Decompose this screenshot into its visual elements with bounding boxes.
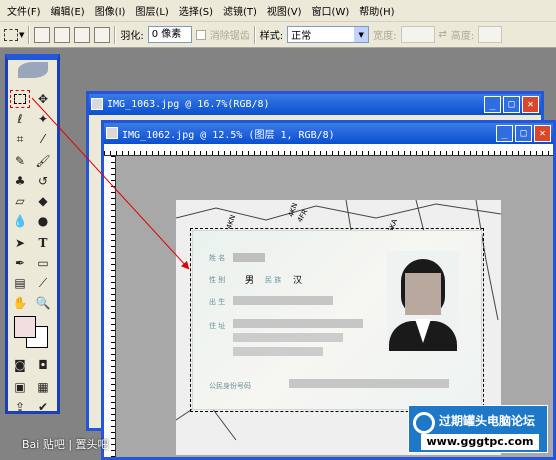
document-icon: [106, 127, 118, 139]
width-label: 宽度:: [373, 31, 397, 42]
window-title-bar[interactable]: IMG_1063.jpg @ 16.7%(RGB/8) _ □ ✕: [89, 94, 541, 115]
options-bar: ▼ 羽化: 0 像素 消除锯齿 样式: 正常 ▼ 宽度: ⇄ 高度:: [0, 22, 556, 48]
style-value: 正常: [291, 31, 312, 42]
menu-help[interactable]: 帮助(H): [354, 3, 399, 18]
window-title: IMG_1062.jpg @ 12.5% (图层 1, RGB/8): [122, 130, 335, 141]
dodge-icon[interactable]: ●: [33, 212, 53, 230]
add-selection-button[interactable]: [54, 26, 71, 43]
menu-edit[interactable]: 编辑(E): [46, 3, 90, 18]
standard-mode-icon[interactable]: ◙: [10, 356, 30, 374]
close-button[interactable]: ✕: [522, 96, 539, 113]
rect-marquee-icon[interactable]: [10, 90, 30, 108]
slice-icon[interactable]: ⁄: [33, 130, 53, 148]
style-select[interactable]: 正常 ▼: [287, 26, 370, 43]
swap-icon[interactable]: ⇄: [439, 29, 447, 40]
clone-stamp-icon[interactable]: ♣: [10, 172, 30, 190]
selection-marquee[interactable]: [190, 228, 484, 412]
menu-view[interactable]: 视图(V): [262, 3, 307, 18]
toolbox: ✥ ℓ ✦ ⌗ ⁄ ✎ 🖌 ♣ ↺ ▱ ◆ 💧 ● ➤ T ✒ ▭ ▤ ⟋ ✋ …: [5, 54, 60, 414]
antialias-checkbox[interactable]: [195, 29, 206, 40]
new-selection-button[interactable]: [34, 26, 51, 43]
site-title: 过期罐头电脑论坛: [439, 414, 536, 428]
menu-filter[interactable]: 滤镜(T): [218, 3, 262, 18]
history-brush-icon[interactable]: ↺: [33, 172, 53, 190]
vertical-ruler: 4: [104, 156, 116, 457]
healing-brush-icon[interactable]: ✎: [10, 152, 30, 170]
menu-layer[interactable]: 图层(L): [130, 3, 173, 18]
pen-icon[interactable]: ✒: [10, 254, 30, 272]
width-input[interactable]: [400, 26, 435, 43]
menu-bar: 文件(F) 编辑(E) 图像(I) 图层(L) 选择(S) 滤镜(T) 视图(V…: [0, 0, 556, 22]
height-input[interactable]: [478, 26, 503, 43]
intersect-selection-button[interactable]: [94, 26, 111, 43]
baidu-watermark: Bai 贴吧 | 置头吧: [22, 438, 109, 451]
site-url: www.gggtpc.com: [421, 434, 539, 450]
menu-select[interactable]: 选择(S): [174, 3, 218, 18]
zoom-icon[interactable]: 🔍: [33, 294, 53, 312]
paint-bucket-icon[interactable]: ◆: [33, 192, 53, 210]
height-label: 高度:: [450, 31, 475, 42]
blur-icon[interactable]: 💧: [10, 212, 30, 230]
site-watermark[interactable]: 过期罐头电脑论坛 www.gggtpc.com: [408, 405, 548, 453]
site-logo-icon: [413, 412, 435, 434]
brush-icon[interactable]: 🖌: [33, 152, 53, 170]
feather-input[interactable]: 0 像素: [147, 26, 192, 43]
jump-to-imageready-icon[interactable]: ⇪: [10, 398, 30, 416]
menu-window[interactable]: 窗口(W): [307, 3, 355, 18]
type-icon[interactable]: T: [33, 234, 53, 252]
feather-label: 羽化:: [120, 31, 144, 42]
path-select-icon[interactable]: ➤: [10, 234, 30, 252]
menu-image[interactable]: 图像(I): [90, 3, 131, 18]
window-title-bar[interactable]: IMG_1062.jpg @ 12.5% (图层 1, RGB/8) _ □ ✕: [104, 123, 553, 144]
minimize-button[interactable]: _: [484, 96, 501, 113]
menu-file[interactable]: 文件(F): [2, 3, 46, 18]
document-icon: [91, 98, 103, 110]
quick-mask-icon[interactable]: ◘: [33, 356, 53, 374]
close-button[interactable]: ✕: [534, 125, 551, 142]
style-label: 样式:: [259, 31, 284, 42]
eraser-icon[interactable]: ▱: [10, 192, 30, 210]
divider: [114, 25, 117, 44]
window-title: IMG_1063.jpg @ 16.7%(RGB/8): [107, 99, 270, 110]
chevron-down-icon: ▼: [19, 30, 25, 39]
antialias-label: 消除锯齿: [209, 31, 250, 42]
maximize-button[interactable]: □: [503, 96, 520, 113]
foreground-color-swatch[interactable]: [14, 316, 36, 338]
shape-icon[interactable]: ▭: [33, 254, 53, 272]
crop-icon[interactable]: ⌗: [10, 130, 30, 148]
minimize-button[interactable]: _: [496, 125, 513, 142]
magic-wand-icon[interactable]: ✦: [33, 110, 53, 128]
horizontal-ruler: [104, 144, 553, 156]
subtract-selection-button[interactable]: [74, 26, 91, 43]
maximize-button[interactable]: □: [515, 125, 532, 142]
full-screen-mode-icon[interactable]: ▦: [33, 378, 53, 396]
feather-logo-icon: [18, 62, 48, 78]
notes-icon[interactable]: ▤: [10, 274, 30, 292]
screen-mode-icon[interactable]: ▣: [10, 378, 30, 396]
divider: [253, 25, 256, 44]
edit-check-icon[interactable]: ✔: [33, 398, 53, 416]
divider: [28, 25, 31, 44]
chevron-down-icon: ▼: [354, 27, 369, 42]
move-icon[interactable]: ✥: [33, 90, 53, 108]
lasso-icon[interactable]: ℓ: [10, 110, 30, 128]
hand-icon[interactable]: ✋: [10, 294, 30, 312]
tool-preset-picker[interactable]: ▼: [4, 28, 25, 41]
eyedropper-icon[interactable]: ⟋: [33, 274, 53, 292]
